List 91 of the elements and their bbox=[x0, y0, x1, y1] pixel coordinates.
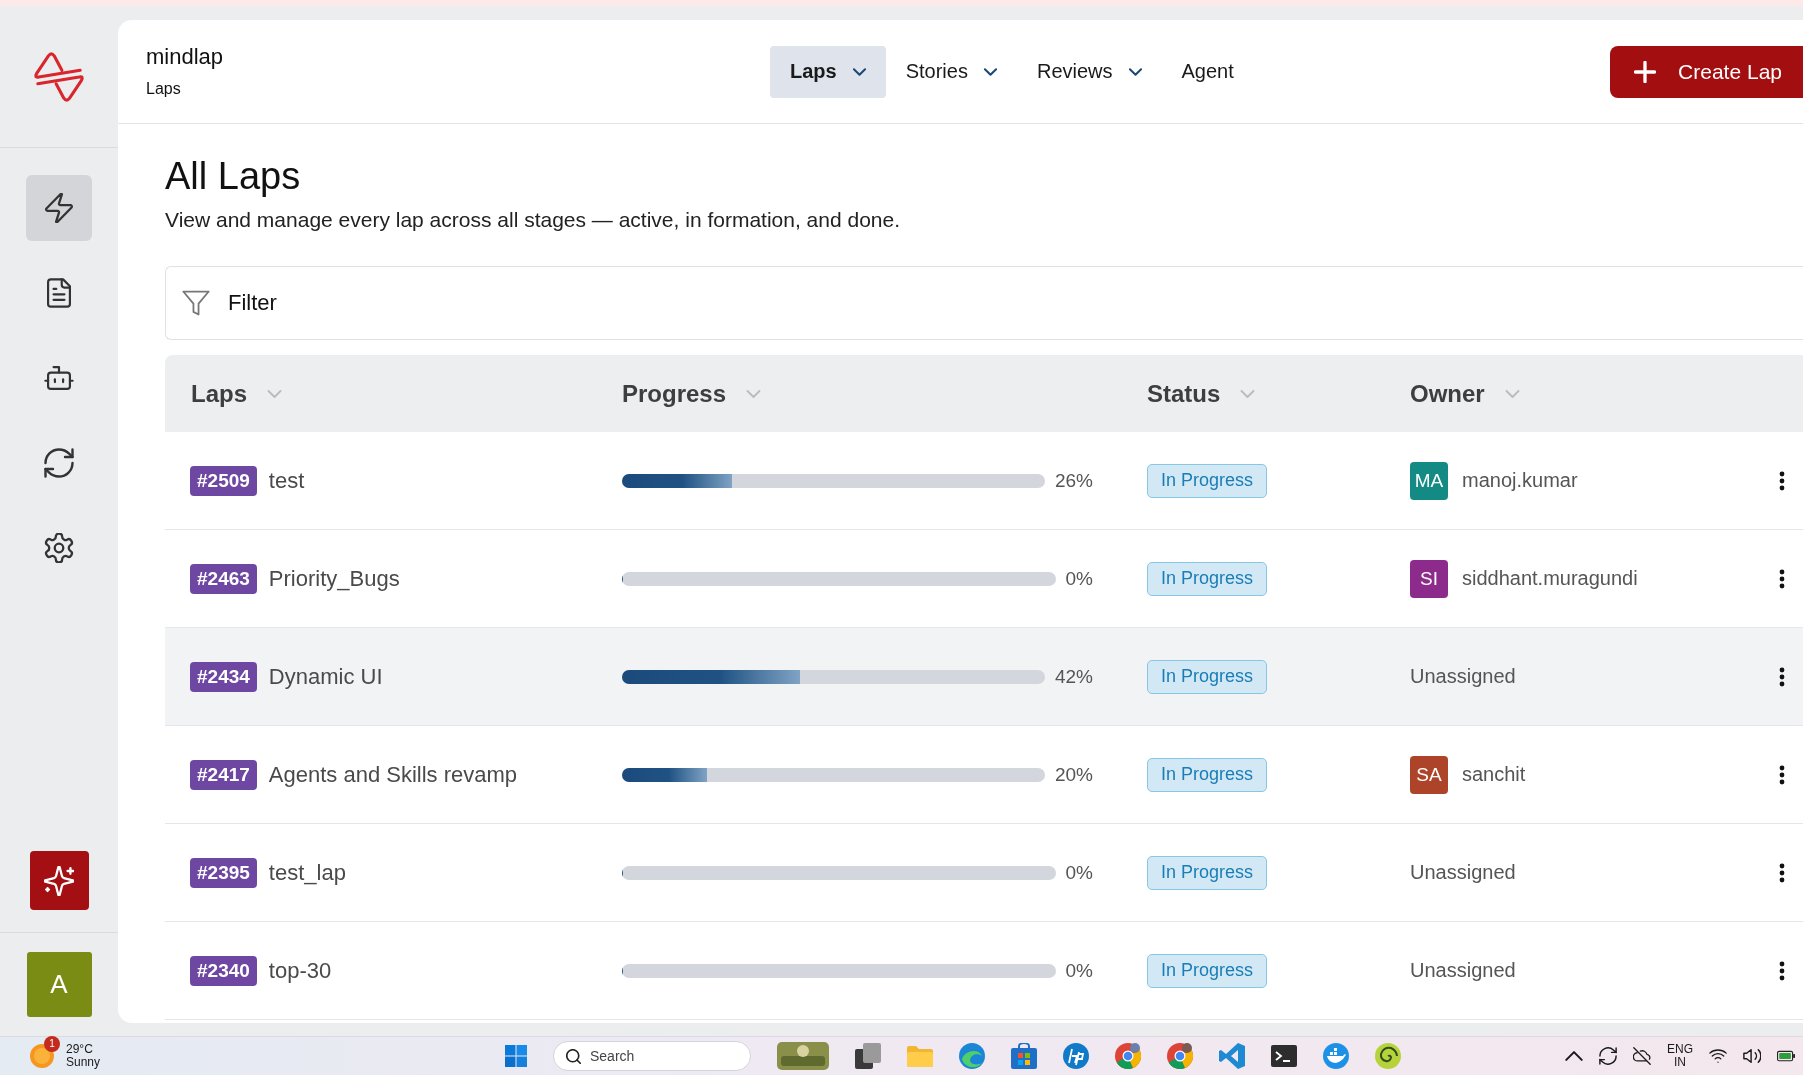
settings-icon bbox=[44, 533, 74, 563]
lap-id-badge: #2509 bbox=[190, 465, 257, 496]
whale-icon[interactable] bbox=[1323, 1043, 1349, 1069]
spiral-icon[interactable] bbox=[1375, 1043, 1401, 1069]
create-lap-button[interactable]: Create Lap bbox=[1610, 45, 1803, 98]
window-stack-icon[interactable] bbox=[855, 1043, 881, 1069]
more-options-icon[interactable] bbox=[1778, 960, 1785, 981]
weather-condition: Sunny bbox=[66, 1056, 101, 1069]
temperature: 29°C bbox=[66, 1043, 94, 1056]
column-header[interactable]: Progress bbox=[622, 379, 727, 408]
app-name: mindlap bbox=[146, 44, 224, 70]
terminal-icon[interactable] bbox=[1271, 1043, 1297, 1069]
cloud-off-icon[interactable] bbox=[1633, 1047, 1651, 1065]
wave-circle-icon[interactable] bbox=[959, 1043, 985, 1069]
search-icon bbox=[566, 1049, 581, 1064]
input-language[interactable]: ENG bbox=[1667, 1043, 1693, 1056]
speaker-icon[interactable] bbox=[1743, 1047, 1761, 1065]
owner-name: Unassigned bbox=[1410, 959, 1516, 982]
owner-name: siddhant.muragundi bbox=[1462, 567, 1638, 590]
chevron-down-icon bbox=[852, 67, 866, 76]
more-options-icon[interactable] bbox=[1778, 568, 1785, 589]
nav-tab[interactable]: Reviews bbox=[1016, 45, 1162, 98]
thumbnail-icon[interactable] bbox=[777, 1042, 829, 1070]
progress-percent: 42% bbox=[1054, 665, 1093, 688]
more-options-icon[interactable] bbox=[1778, 666, 1785, 687]
lightning-icon bbox=[44, 193, 74, 223]
nav-tab[interactable]: Laps bbox=[770, 45, 886, 98]
lap-id-badge: #2395 bbox=[190, 857, 257, 888]
round-logo-icon[interactable] bbox=[1063, 1043, 1089, 1069]
lap-name: test bbox=[268, 467, 305, 494]
more-options-icon[interactable] bbox=[1778, 862, 1785, 883]
progress-percent: 0% bbox=[1065, 567, 1093, 590]
lap-name: top-30 bbox=[268, 957, 332, 984]
notification-badge: 1 bbox=[44, 1036, 60, 1052]
logo-icon bbox=[33, 50, 85, 103]
sidebar-item[interactable] bbox=[26, 175, 92, 241]
lap-id-badge: #2434 bbox=[190, 661, 257, 692]
color-wheel-icon[interactable] bbox=[1115, 1043, 1141, 1069]
sparkle-button[interactable] bbox=[29, 851, 89, 910]
owner-name: Unassigned bbox=[1410, 861, 1516, 884]
page-title: All Laps bbox=[165, 154, 302, 198]
sync-icon[interactable] bbox=[1599, 1047, 1617, 1065]
code-ribbon-icon[interactable] bbox=[1219, 1043, 1245, 1069]
more-options-icon[interactable] bbox=[1778, 764, 1785, 785]
shopping-bag-icon[interactable] bbox=[1011, 1043, 1037, 1069]
plus-icon bbox=[1634, 60, 1657, 83]
section-name: Laps bbox=[146, 79, 181, 99]
progress-percent: 0% bbox=[1065, 959, 1093, 982]
column-header[interactable]: Status bbox=[1147, 379, 1221, 408]
input-region[interactable]: IN bbox=[1674, 1056, 1686, 1069]
document-icon bbox=[44, 278, 74, 308]
chevron-down-icon bbox=[1128, 67, 1142, 76]
status-badge: In Progress bbox=[1147, 757, 1268, 792]
refresh-icon bbox=[44, 448, 74, 478]
lap-name: Priority_Bugs bbox=[268, 565, 400, 592]
search-field[interactable]: Search bbox=[553, 1041, 751, 1071]
filter-button[interactable]: Filter bbox=[182, 290, 277, 316]
more-options-icon[interactable] bbox=[1778, 470, 1785, 491]
nav-tab[interactable]: Agent bbox=[1161, 45, 1254, 98]
owner-avatar: SI bbox=[1410, 559, 1448, 598]
owner-avatar: SA bbox=[1410, 755, 1448, 794]
progress-percent: 0% bbox=[1065, 861, 1093, 884]
lap-id-badge: #2340 bbox=[190, 955, 257, 986]
progress-percent: 20% bbox=[1054, 763, 1093, 786]
lap-name: Agents and Skills revamp bbox=[268, 761, 518, 788]
owner-name: manoj.kumar bbox=[1462, 469, 1578, 492]
table-row[interactable]: #2434 Dynamic UI 42% In Progress Unassigned bbox=[165, 628, 1803, 726]
column-header[interactable]: Laps bbox=[191, 379, 247, 408]
lap-name: Dynamic UI bbox=[268, 663, 383, 690]
status-badge: In Progress bbox=[1147, 953, 1268, 988]
owner-avatar: MA bbox=[1410, 461, 1448, 500]
sparkle-icon bbox=[44, 865, 74, 896]
status-badge: In Progress bbox=[1147, 659, 1268, 694]
user-avatar[interactable]: A bbox=[26, 952, 92, 1017]
owner-name: Unassigned bbox=[1410, 665, 1516, 688]
progress-percent: 26% bbox=[1054, 469, 1093, 492]
filter-icon bbox=[182, 290, 210, 316]
wifi-icon[interactable] bbox=[1709, 1047, 1727, 1065]
chevron-down-icon bbox=[983, 67, 997, 76]
lap-id-badge: #2417 bbox=[190, 759, 257, 790]
status-badge: In Progress bbox=[1147, 561, 1268, 596]
status-badge: In Progress bbox=[1147, 463, 1268, 498]
status-badge: In Progress bbox=[1147, 855, 1268, 890]
lap-name: test_lap bbox=[268, 859, 346, 886]
owner-name: sanchit bbox=[1462, 763, 1526, 786]
robot-icon bbox=[44, 363, 74, 393]
nav-tab[interactable]: Stories bbox=[885, 45, 1017, 98]
color-wheel-icon[interactable] bbox=[1167, 1043, 1193, 1069]
page-subtitle: View and manage every lap across all stages — active, in formation, and done. bbox=[165, 207, 902, 233]
column-header[interactable]: Owner bbox=[1410, 379, 1485, 408]
lap-id-badge: #2463 bbox=[190, 563, 257, 594]
